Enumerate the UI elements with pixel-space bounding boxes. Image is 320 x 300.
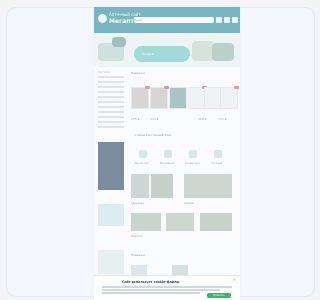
cookie-banner: Сайт использует cookie-файлы × Принять — [94, 275, 240, 300]
banner-product-image — [112, 37, 126, 47]
discount-badge — [234, 86, 239, 89]
product-price: 720 ₽ — [218, 117, 227, 121]
cookie-text-line — [102, 289, 220, 291]
banner-product-image — [212, 43, 234, 61]
close-icon[interactable]: × — [233, 278, 236, 282]
sidebar-item[interactable] — [98, 101, 124, 103]
sidebar-item[interactable] — [98, 91, 124, 93]
cookie-title: Сайт использует cookie-файлы — [122, 280, 180, 284]
blog-image[interactable] — [200, 213, 232, 231]
site-header: Аптечный сайт Мегаптека — [94, 7, 240, 33]
sidebar-item[interactable] — [98, 76, 124, 78]
product-card[interactable] — [131, 86, 150, 109]
blog-image[interactable] — [131, 213, 161, 231]
cart-icon[interactable] — [232, 17, 238, 23]
blog-caption[interactable]: Здоровье — [131, 202, 144, 205]
sidebar-item[interactable] — [98, 81, 124, 83]
category-icon[interactable] — [139, 150, 147, 158]
blog-image[interactable] — [131, 174, 149, 198]
sidebar-ad[interactable] — [98, 250, 124, 274]
website-page: Аптечный сайт Мегаптека Скидки Каталог Н… — [94, 7, 240, 293]
cookie-text-line — [102, 292, 200, 294]
banner-subtitle: Скидки — [142, 52, 154, 56]
sidebar-item[interactable] — [98, 86, 124, 88]
sidebar-item[interactable] — [98, 126, 124, 128]
sidebar-item[interactable] — [98, 111, 124, 113]
category-label[interactable]: Гигиена — [211, 162, 222, 165]
product-card[interactable] — [169, 87, 187, 109]
blog-image[interactable] — [184, 174, 232, 198]
product-card[interactable] — [220, 86, 239, 109]
product-price: 560 ₽ — [198, 117, 207, 121]
logo-icon[interactable] — [98, 14, 107, 23]
blog-caption[interactable]: Советы — [184, 202, 194, 205]
product-card[interactable] — [150, 86, 169, 109]
user-icon[interactable] — [216, 17, 222, 23]
sidebar-ad[interactable] — [98, 204, 124, 226]
sidebar-item[interactable] — [98, 96, 124, 98]
category-label[interactable]: Косметика — [185, 162, 200, 165]
category-icon[interactable] — [164, 150, 172, 158]
sidebar-item[interactable] — [98, 106, 124, 108]
category-label[interactable]: Витамины — [160, 162, 174, 165]
blog-caption[interactable]: Новости — [131, 235, 142, 238]
blog-image[interactable] — [151, 174, 173, 198]
sidebar-item[interactable] — [98, 116, 124, 118]
products-section-title: Новинки — [131, 71, 145, 75]
promo-banner[interactable]: Скидки — [94, 33, 240, 67]
search-input[interactable] — [134, 17, 214, 23]
product-price: 340 ₽ — [150, 117, 159, 121]
category-icon[interactable] — [189, 150, 197, 158]
banner-product-image — [192, 41, 214, 61]
categories-section-title: Статьи / Аптечный блог — [134, 133, 172, 137]
sidebar-item[interactable] — [98, 121, 124, 123]
category-label[interactable]: Лекарства — [134, 162, 148, 165]
sidebar-ad[interactable] — [98, 142, 124, 190]
heart-icon[interactable] — [224, 17, 230, 23]
cookie-text-line — [102, 286, 232, 288]
category-icon[interactable] — [214, 150, 222, 158]
sidebar-title: Каталог — [98, 70, 111, 74]
accept-cookies-button[interactable]: Принять — [207, 293, 231, 298]
bottom-section-title: Новинки — [131, 253, 145, 257]
product-price: 125 ₽ — [131, 117, 140, 121]
blog-image[interactable] — [166, 213, 194, 231]
